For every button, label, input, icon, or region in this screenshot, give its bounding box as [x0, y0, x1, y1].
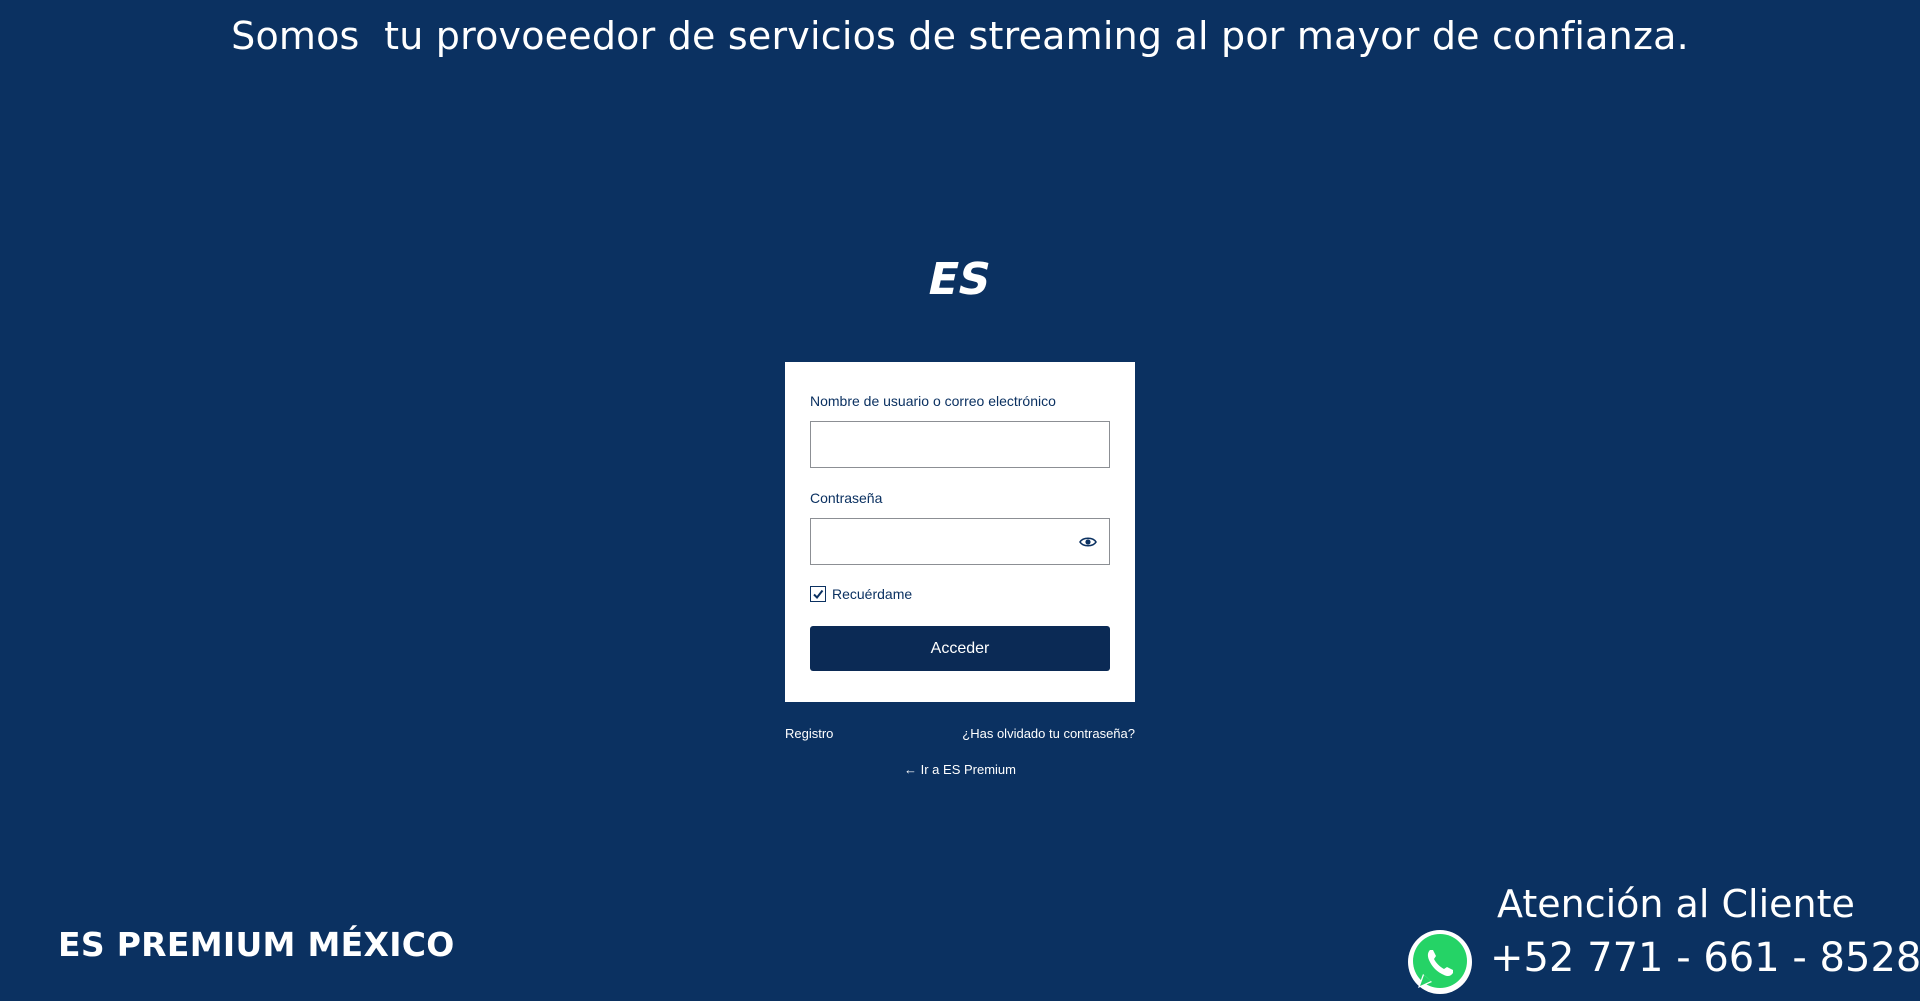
- show-password-button[interactable]: [1073, 527, 1103, 557]
- site-logo[interactable]: ES: [924, 254, 996, 300]
- remember-checkbox[interactable]: [810, 586, 826, 602]
- back-to-site: ← Ir a ES Premium: [0, 762, 1920, 777]
- username-input[interactable]: [810, 421, 1110, 468]
- lost-password-link[interactable]: ¿Has olvidado tu contraseña?: [962, 726, 1135, 741]
- password-input[interactable]: [810, 518, 1110, 565]
- whatsapp-icon[interactable]: [1406, 928, 1474, 996]
- eye-icon: [1079, 537, 1097, 547]
- footer-brand: ES PREMIUM MÉXICO: [58, 925, 455, 964]
- login-card: Nombre de usuario o correo electrónico C…: [785, 362, 1135, 702]
- checkmark-icon: [813, 589, 824, 600]
- username-label: Nombre de usuario o correo electrónico: [810, 393, 1056, 409]
- remember-label: Recuérdame: [832, 586, 913, 602]
- login-button[interactable]: Acceder: [810, 626, 1110, 671]
- logo-mark: ES: [924, 254, 996, 300]
- register-link[interactable]: Registro: [785, 726, 833, 741]
- password-label: Contraseña: [810, 490, 883, 506]
- headline: Somos tu provoeedor de servicios de stre…: [231, 14, 1689, 58]
- support-title: Atención al Cliente: [1497, 882, 1855, 926]
- logo-text: ES: [924, 254, 996, 300]
- back-to-site-link[interactable]: ← Ir a ES Premium: [904, 762, 1016, 777]
- remember-me[interactable]: Recuérdame: [810, 586, 912, 602]
- support-phone[interactable]: +52 771 - 661 - 8528: [1490, 935, 1920, 981]
